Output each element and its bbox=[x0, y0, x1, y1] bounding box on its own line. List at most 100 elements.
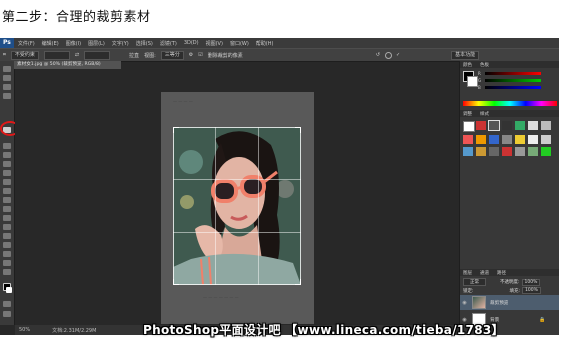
reset-icon[interactable]: ↺ bbox=[376, 52, 380, 58]
style-swatch[interactable] bbox=[515, 135, 525, 144]
brush-tool-icon[interactable] bbox=[3, 161, 11, 167]
menu-3d[interactable]: 3D(D) bbox=[184, 40, 199, 46]
document-canvas[interactable]: — — — — — — — — — — — bbox=[161, 92, 314, 324]
style-swatch[interactable] bbox=[541, 147, 551, 156]
pen-tool-icon[interactable] bbox=[3, 224, 11, 230]
style-swatch[interactable] bbox=[502, 147, 512, 156]
style-swatch[interactable] bbox=[528, 147, 538, 156]
settings-gear-icon[interactable]: ⚙ bbox=[189, 52, 193, 58]
swap-icon[interactable]: ⇄ bbox=[75, 52, 79, 58]
style-swatch[interactable] bbox=[476, 121, 486, 130]
slider-green[interactable]: G bbox=[460, 77, 541, 84]
menu-file[interactable]: 文件(F) bbox=[18, 40, 35, 47]
rgb-sliders: R G B bbox=[460, 70, 541, 91]
style-swatch[interactable] bbox=[463, 135, 473, 144]
tab-adjustments[interactable]: 调整 bbox=[463, 111, 472, 117]
zoom-level[interactable]: 50% bbox=[19, 327, 30, 333]
menu-help[interactable]: 帮助(H) bbox=[256, 40, 274, 47]
height-input[interactable] bbox=[84, 50, 111, 60]
right-panels: 颜色 色板 R G B 调整 样式 图层 通道 路径 正常 不透明度: 100%… bbox=[459, 61, 559, 335]
shape-tool-icon[interactable] bbox=[3, 251, 11, 257]
ratio-select[interactable]: 不受约束 bbox=[10, 50, 39, 60]
menu-edit[interactable]: 编辑(E) bbox=[42, 40, 59, 47]
menu-select[interactable]: 选择(S) bbox=[136, 40, 153, 47]
marquee-tool-icon[interactable] bbox=[3, 75, 11, 81]
style-swatches-grid bbox=[463, 120, 557, 156]
photo-woman-sunglasses[interactable] bbox=[173, 127, 301, 285]
width-input[interactable] bbox=[43, 50, 70, 60]
layer-row[interactable]: ◉ 裁剪预览 bbox=[460, 295, 559, 310]
quick-mask-icon[interactable] bbox=[3, 301, 11, 307]
style-swatch[interactable] bbox=[515, 121, 525, 130]
visibility-eye-icon[interactable]: ◉ bbox=[460, 300, 469, 306]
style-swatch[interactable] bbox=[502, 135, 512, 144]
zoom-tool-icon[interactable] bbox=[3, 269, 11, 275]
menu-layer[interactable]: 图层(L) bbox=[88, 40, 105, 47]
history-brush-tool-icon[interactable] bbox=[3, 179, 11, 185]
commit-check-icon[interactable]: ✓ bbox=[396, 52, 400, 58]
lasso-tool-icon[interactable] bbox=[3, 84, 11, 90]
canvas-area: — — — — — — — — — — — bbox=[15, 69, 459, 325]
path-select-tool-icon[interactable] bbox=[3, 242, 11, 248]
options-bar: ⌗ 不受约束 ⇄ 拉直 视图: 三等分 ⚙ ☑ 删除裁剪的像素 ↺ ✓ 基本功能 bbox=[0, 48, 559, 62]
watermark-text: PhotoShop平面设计吧 【www.lineca.com/tieba/178… bbox=[143, 323, 504, 337]
quick-select-tool-icon[interactable] bbox=[3, 93, 11, 99]
clone-stamp-tool-icon[interactable] bbox=[3, 170, 11, 176]
menu-filter[interactable]: 滤镜(T) bbox=[160, 40, 177, 47]
delete-cropped-checkbox[interactable]: ☑ bbox=[198, 52, 202, 58]
slider-red[interactable]: R bbox=[460, 70, 541, 77]
cancel-icon[interactable] bbox=[384, 51, 392, 59]
menu-type[interactable]: 文字(Y) bbox=[112, 40, 129, 47]
style-swatch[interactable] bbox=[463, 147, 473, 156]
color-spectrum-bar[interactable] bbox=[463, 101, 557, 106]
opacity-input[interactable]: 100% bbox=[521, 278, 541, 286]
slider-blue[interactable]: B bbox=[460, 84, 541, 91]
style-swatch[interactable] bbox=[489, 135, 499, 144]
tab-paths[interactable]: 路径 bbox=[497, 270, 506, 276]
straighten-button[interactable]: 拉直 bbox=[129, 52, 139, 59]
document-tab[interactable]: 素材女1.jpg @ 50% (裁剪预览, RGB/8) bbox=[14, 61, 121, 69]
type-tool-icon[interactable] bbox=[3, 233, 11, 239]
style-swatch[interactable] bbox=[541, 135, 551, 144]
style-none-icon[interactable] bbox=[463, 121, 475, 132]
crop-tool-icon[interactable]: ⌗ bbox=[3, 52, 6, 58]
style-swatch[interactable] bbox=[476, 147, 486, 156]
gradient-tool-icon[interactable] bbox=[3, 197, 11, 203]
tab-color[interactable]: 颜色 bbox=[463, 62, 472, 68]
style-swatch[interactable] bbox=[488, 120, 500, 131]
doc-size[interactable]: 文档:2.31M/2.29M bbox=[52, 327, 96, 334]
healing-brush-tool-icon[interactable] bbox=[3, 152, 11, 158]
workspace-select[interactable]: 基本功能 bbox=[451, 50, 480, 60]
layer-thumbnail bbox=[472, 296, 486, 309]
style-swatch[interactable] bbox=[489, 147, 499, 156]
background-color-icon[interactable] bbox=[6, 287, 12, 293]
menu-image[interactable]: 图像(I) bbox=[66, 40, 81, 47]
eyedropper-tool-icon[interactable] bbox=[3, 143, 11, 149]
adjust-panel-tabs: 调整 样式 bbox=[460, 110, 559, 117]
fill-label: 填充: bbox=[509, 288, 521, 294]
style-swatch[interactable] bbox=[528, 121, 538, 130]
tab-channels[interactable]: 通道 bbox=[480, 270, 489, 276]
ps-logo: Ps bbox=[0, 38, 14, 48]
move-tool-icon[interactable] bbox=[3, 66, 11, 72]
style-swatch[interactable] bbox=[528, 135, 538, 144]
style-swatch[interactable] bbox=[515, 147, 525, 156]
blur-tool-icon[interactable] bbox=[3, 206, 11, 212]
screen-mode-icon[interactable] bbox=[3, 311, 11, 317]
tab-swatches[interactable]: 色板 bbox=[480, 62, 489, 68]
hand-tool-icon[interactable] bbox=[3, 260, 11, 266]
menu-view[interactable]: 视图(V) bbox=[206, 40, 223, 47]
fill-input[interactable]: 100% bbox=[522, 287, 541, 294]
tab-styles[interactable]: 样式 bbox=[480, 111, 489, 117]
view-label: 视图: bbox=[144, 52, 156, 59]
style-swatch[interactable] bbox=[541, 121, 551, 130]
blend-mode-select[interactable]: 正常 bbox=[463, 278, 486, 286]
dodge-tool-icon[interactable] bbox=[3, 215, 11, 221]
tab-layers[interactable]: 图层 bbox=[463, 270, 472, 276]
layers-panel-tabs: 图层 通道 路径 bbox=[460, 269, 559, 276]
eraser-tool-icon[interactable] bbox=[3, 188, 11, 194]
view-select[interactable]: 三等分 bbox=[160, 50, 184, 60]
style-swatch[interactable] bbox=[502, 121, 512, 130]
style-swatch[interactable] bbox=[476, 135, 486, 144]
menu-window[interactable]: 窗口(W) bbox=[230, 40, 249, 47]
